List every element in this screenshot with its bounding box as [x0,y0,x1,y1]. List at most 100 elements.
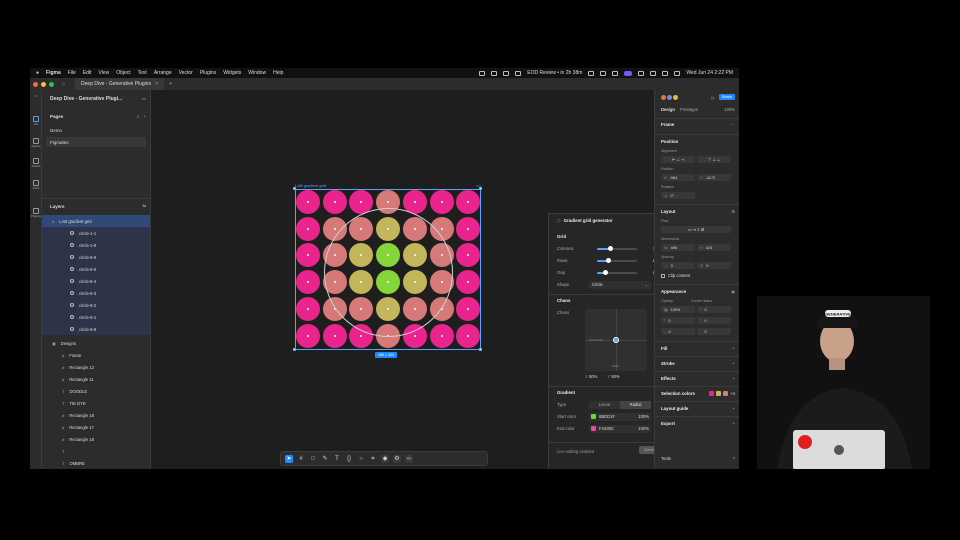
home-icon[interactable]: ⌂ [62,81,65,87]
layer-circle[interactable]: circle-8-8 [42,323,150,335]
layer-item[interactable]: T OMBRE [42,457,150,469]
file-name[interactable]: Deep Dive - Generative Plugi... [50,96,122,102]
layer-item[interactable]: T [42,445,150,457]
add-effect-icon[interactable]: + [733,376,735,381]
status-icon-4[interactable] [588,70,595,76]
tools-label[interactable]: Tools [661,456,671,461]
rail-plugins[interactable]: Plugins [30,208,42,218]
page-item-demo[interactable]: Demo [50,125,146,135]
clip-checkbox[interactable] [661,273,665,278]
status-icon-5[interactable] [600,70,607,76]
layer-item[interactable]: # Rectangle 12 [42,361,150,373]
layer-circle[interactable]: circle-8-3 [42,287,150,299]
slider-knob[interactable] [603,269,608,275]
menu-help[interactable]: Help [273,70,283,76]
layer-item[interactable]: # Rectangle 18 [42,433,150,445]
avatar[interactable] [667,94,672,100]
spacing-h-field[interactable]: ⇔ 0 [661,262,695,269]
layout-options-icon[interactable]: ⊞ [731,209,735,214]
status-icon-2[interactable] [491,70,498,76]
add-export-icon[interactable]: + [733,421,735,426]
menu-widgets[interactable]: Widgets [223,70,241,76]
layer-item[interactable]: # Rectangle 18 [42,409,150,421]
height-field[interactable]: H 424 [697,244,731,251]
gap-slider[interactable] [597,269,637,275]
width-field[interactable]: W 496 [661,244,695,251]
text-tool-icon[interactable]: T [333,455,341,463]
chaos-xy-pad[interactable]: SCATTER SIZE [585,309,647,371]
actions-tool-icon[interactable]: ⌗ [369,455,377,463]
x-value[interactable]: X 50% [585,374,597,379]
layers-options-icon[interactable]: ⇆ [142,203,146,209]
color-swatch-olive[interactable] [716,391,722,396]
new-tab-icon[interactable]: + [169,81,172,87]
avatar[interactable] [661,94,666,100]
layer-circle[interactable]: circle-1-8 [42,239,150,251]
share-button[interactable]: Share [718,94,735,100]
dev-mode-icon[interactable]: ⚙ [393,454,401,463]
resize-handle[interactable] [293,187,296,190]
layer-item[interactable]: # Rectangle 17 [42,421,150,433]
layer-item[interactable]: # Frame [42,349,150,361]
calendar-icon[interactable] [515,70,522,76]
layer-circle[interactable]: circle-8-6 [42,251,150,263]
spacing-v-field[interactable]: ⇕ 0 [697,262,731,269]
x-field[interactable]: X -984 [661,174,695,181]
menu-text[interactable]: Text [138,70,147,76]
wifi-icon[interactable] [650,70,657,76]
end-color-field[interactable]: F4439C 100% [589,424,651,433]
shape-tool-icon[interactable]: □ [309,455,317,463]
menu-window[interactable]: Window [248,70,266,76]
comment-tool-icon[interactable]: ○ [357,455,365,463]
zoom-select[interactable]: 100% [724,107,735,112]
layer-item[interactable]: T DOODLE [42,385,150,397]
rail-tools[interactable]: Tools [30,180,42,190]
avatar[interactable] [673,94,678,100]
status-icon-6[interactable] [612,70,619,76]
frame-label[interactable]: LAB gradient grid [295,183,326,188]
minimize-window-button[interactable] [41,81,46,87]
close-tab-icon[interactable]: × [155,81,158,87]
file-tab[interactable]: Deep Dive - Generative Plugins × [75,78,164,90]
menu-vector[interactable]: Vector [179,70,193,76]
radius-tl-field[interactable]: ◜ 0 [661,317,695,324]
rail-file[interactable]: File [30,116,42,126]
shape-select[interactable]: Circle ⌄ [589,280,651,289]
status-icon-7[interactable] [638,70,645,76]
add-page-icon[interactable]: + [143,114,146,119]
layer-frame-lab[interactable]: # LAB gradient grid [42,215,150,227]
resize-handle[interactable] [479,187,482,190]
radius-bl-field[interactable]: ◟ 0 [661,328,695,335]
radius-br-field[interactable]: ◞ 0 [697,328,731,335]
apple-icon[interactable]: ● [36,70,39,76]
align-vertical-group[interactable]: ⊤ ⊥ ⊥ [697,156,731,163]
layer-circle[interactable]: circle-8-5 [42,263,150,275]
status-icon-1[interactable] [479,70,486,76]
menu-edit[interactable]: Edit [83,70,92,76]
corner-radius-field[interactable]: ◜ 0 [697,306,731,313]
status-icon-3[interactable] [503,70,510,76]
menu-file[interactable]: File [68,70,76,76]
menu-plugins[interactable]: Plugins [200,70,216,76]
pen-tool-icon[interactable]: ✎ [321,455,329,463]
canvas[interactable]: LAB gradient grid </> 496 × 424 ↖ ➤ # □ … [151,90,581,469]
add-stroke-icon[interactable]: + [733,361,735,366]
resize-handle[interactable] [479,348,482,351]
layer-circle[interactable]: circle-1-1 [42,227,150,239]
present-icon[interactable]: ▷ [712,95,715,100]
frame-heading[interactable]: Frame [661,122,674,127]
y-value[interactable]: Y 50% [607,374,619,379]
tab-design[interactable]: Design [661,107,675,112]
layer-circle[interactable]: circle-8-4 [42,275,150,287]
add-fill-icon[interactable]: + [733,346,735,351]
menu-view[interactable]: View [98,70,109,76]
color-swatch-rose[interactable] [723,391,729,396]
y-field[interactable]: Y -4172 [697,174,731,181]
frame-actions-icon[interactable]: ⋯ [731,122,735,127]
layer-circle[interactable]: circle-8-1 [42,311,150,323]
layer-item[interactable]: # Rectangle 11 [42,373,150,385]
menu-arrange[interactable]: Arrange [154,70,172,76]
menu-object[interactable]: Object [116,70,130,76]
radius-tr-field[interactable]: ◝ 0 [697,317,731,324]
menu-icon[interactable]: ≡ [30,94,42,98]
